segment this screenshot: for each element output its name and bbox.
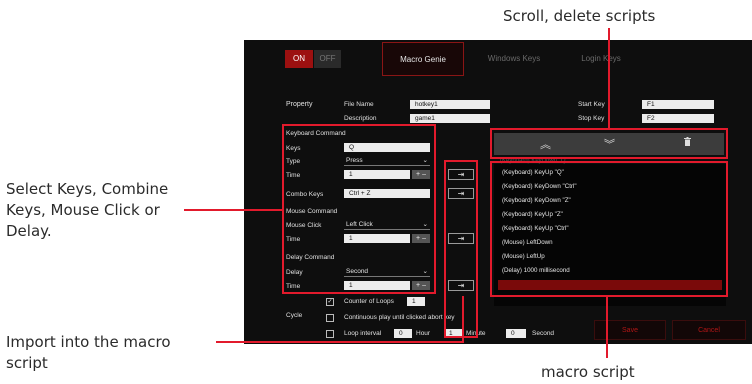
file-name-field[interactable]: hotkey1 [410,100,490,109]
start-key-field[interactable]: F1 [642,100,714,109]
leader-line-select [184,209,282,211]
stop-key-field[interactable]: F2 [642,114,714,123]
cancel-button[interactable]: Cancel [672,320,746,340]
hour-label: Hour [416,330,431,337]
stop-key-label: Stop Key [578,115,605,122]
second-field[interactable]: 0 [506,329,526,338]
property-title: Property [286,101,313,108]
annotation-macro-script: macro script [541,363,635,381]
second-label: Second [532,330,555,337]
macro-genie-window: ON OFF Macro Genie Windows Keys Login Ke… [244,40,752,344]
continuous-play-checkbox[interactable] [326,314,334,322]
description-label: Description [344,115,377,122]
description-field[interactable]: game1 [410,114,490,123]
annotation-select-keys: Select Keys, Combine Keys, Mouse Click o… [6,180,169,240]
import-buttons-highlight [444,160,478,338]
counter-of-loops-checkbox[interactable]: ✓ [326,298,334,306]
annotation-scroll-delete: Scroll, delete scripts [503,7,656,25]
counter-of-loops-label: Counter of Loops [344,298,394,305]
tab-macro-genie[interactable]: Macro Genie [382,42,464,76]
cycle-title: Cycle [286,312,303,319]
command-panel-highlight [282,124,436,294]
file-name-label: File Name [344,101,374,108]
toolbar-highlight [490,128,728,159]
annotation-import-macro: Import into the macro script [6,333,171,372]
tab-windows-keys[interactable]: Windows Keys [470,42,558,76]
save-button[interactable]: Save [594,320,666,340]
toggle-off[interactable]: OFF [314,50,341,68]
leader-line-import-vertical [462,296,464,343]
hour-field[interactable]: 0 [394,329,412,338]
leader-line-macro [606,296,608,358]
leader-line-scroll [608,28,610,130]
toggle-on[interactable]: ON [285,50,313,68]
loop-interval-checkbox[interactable] [326,330,334,338]
loop-interval-label: Loop interval [344,330,382,337]
counter-of-loops-field[interactable]: 1 [407,297,425,306]
leader-line-import [216,341,464,343]
script-list-highlight [490,161,728,297]
start-key-label: Start Key [578,101,605,108]
continuous-play-label: Continuous play until clicked abort key [344,314,455,321]
tab-login-keys[interactable]: Login Keys [566,42,636,76]
